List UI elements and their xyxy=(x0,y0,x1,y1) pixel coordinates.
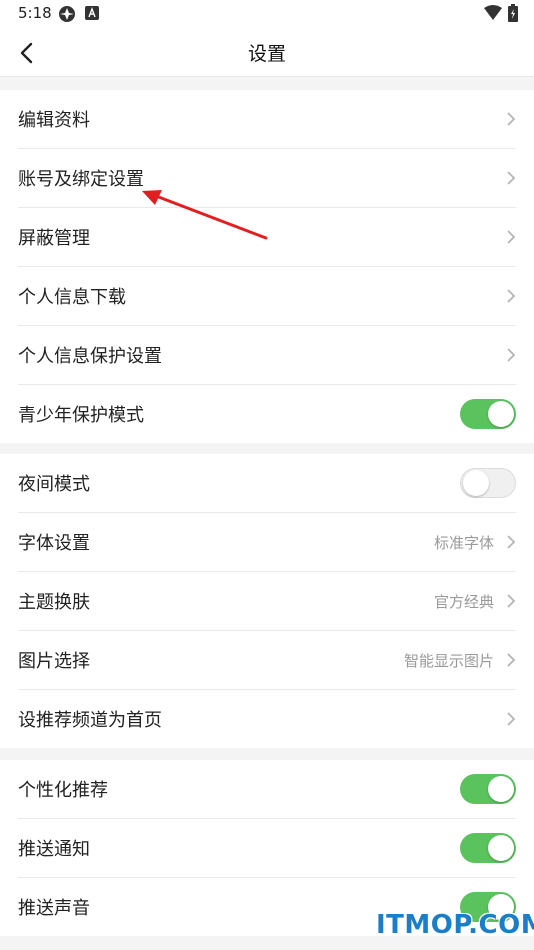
toggle-knob xyxy=(488,835,514,861)
row-label: 个人信息下载 xyxy=(18,287,126,308)
wifi-icon xyxy=(484,5,502,20)
settings-row-theme[interactable]: 主题换肤 官方经典 xyxy=(18,572,516,631)
row-value: 官方经典 xyxy=(433,593,494,611)
youth-mode-toggle[interactable] xyxy=(460,399,516,429)
row-label: 屏蔽管理 xyxy=(18,228,90,249)
row-label: 字体设置 xyxy=(18,533,90,554)
row-label: 编辑资料 xyxy=(18,110,90,131)
push-notification-toggle[interactable] xyxy=(460,833,516,863)
settings-row-account-binding[interactable]: 账号及绑定设置 xyxy=(18,149,516,208)
chevron-right-icon xyxy=(507,171,516,185)
settings-row-privacy-protection[interactable]: 个人信息保护设置 xyxy=(18,326,516,385)
settings-row-image-selection[interactable]: 图片选择 智能显示图片 xyxy=(18,631,516,690)
settings-group-display: 夜间模式 字体设置 标准字体 主题换肤 官方经典 图片选择 智能显示图片 设推荐… xyxy=(0,454,534,748)
chevron-right-icon xyxy=(507,230,516,244)
chevron-right-icon xyxy=(507,712,516,726)
settings-row-personalized-recommend: 个性化推荐 xyxy=(18,760,516,819)
settings-row-edit-profile[interactable]: 编辑资料 xyxy=(18,90,516,149)
page-title: 设置 xyxy=(247,43,286,65)
status-time: 5:18 xyxy=(18,4,52,22)
chevron-right-icon xyxy=(507,535,516,549)
chevron-right-icon xyxy=(507,594,516,608)
row-label: 设推荐频道为首页 xyxy=(18,710,162,731)
settings-group-account: 编辑资料 账号及绑定设置 屏蔽管理 个人信息下载 个人信息保护设置 青少年保护模… xyxy=(0,90,534,443)
status-bar: 5:18 xyxy=(0,0,534,28)
chevron-right-icon xyxy=(507,112,516,126)
row-label: 推送声音 xyxy=(18,898,90,919)
toggle-knob xyxy=(488,401,514,427)
chevron-right-icon xyxy=(507,289,516,303)
toggle-knob xyxy=(463,470,489,496)
nav-bar: 设置 xyxy=(0,28,534,77)
row-label: 青少年保护模式 xyxy=(18,405,144,426)
row-label: 推送通知 xyxy=(18,839,90,860)
personalized-recommend-toggle[interactable] xyxy=(460,774,516,804)
settings-row-info-download[interactable]: 个人信息下载 xyxy=(18,267,516,326)
settings-row-night-mode: 夜间模式 xyxy=(18,454,516,513)
row-label: 图片选择 xyxy=(18,651,90,672)
app-notification-icon xyxy=(59,6,75,22)
row-value: 标准字体 xyxy=(433,534,494,552)
settings-row-default-channel[interactable]: 设推荐频道为首页 xyxy=(18,690,516,748)
row-label: 夜间模式 xyxy=(18,474,90,495)
toggle-knob xyxy=(488,776,514,802)
settings-row-youth-mode: 青少年保护模式 xyxy=(18,385,516,443)
watermark: ITMOP.COM xyxy=(376,910,534,940)
chevron-right-icon xyxy=(507,348,516,362)
night-mode-toggle[interactable] xyxy=(460,468,516,498)
row-label: 个性化推荐 xyxy=(18,780,108,801)
settings-row-block-management[interactable]: 屏蔽管理 xyxy=(18,208,516,267)
row-label: 主题换肤 xyxy=(18,592,90,613)
battery-icon xyxy=(508,4,518,22)
row-label: 账号及绑定设置 xyxy=(18,169,144,190)
row-value: 智能显示图片 xyxy=(403,652,494,670)
row-label: 个人信息保护设置 xyxy=(18,346,162,367)
chevron-right-icon xyxy=(507,653,516,667)
settings-row-font[interactable]: 字体设置 标准字体 xyxy=(18,513,516,572)
settings-row-push-notification: 推送通知 xyxy=(18,819,516,878)
font-notification-icon xyxy=(85,6,99,20)
